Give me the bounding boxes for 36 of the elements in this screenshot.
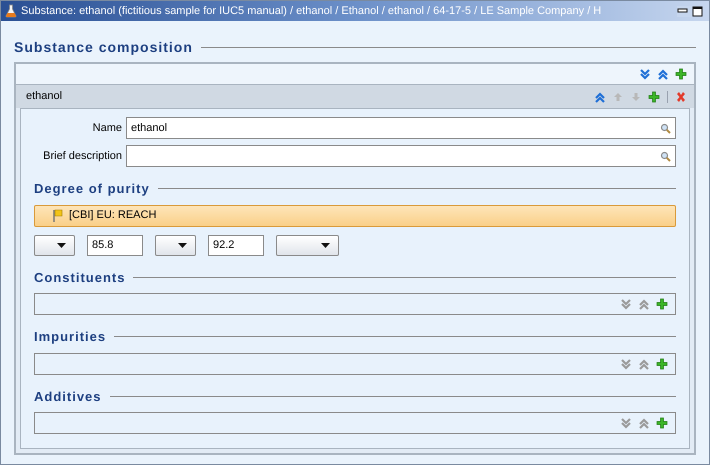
- add-icon[interactable]: [656, 298, 668, 310]
- search-icon[interactable]: [660, 122, 671, 134]
- dropdown[interactable]: [155, 234, 196, 256]
- expand-all-icon[interactable]: [639, 68, 651, 80]
- flag-icon: [53, 209, 63, 222]
- collapse-all-icon[interactable]: [657, 68, 669, 80]
- section-title: Impurities: [34, 328, 106, 346]
- delete-icon[interactable]: [675, 90, 687, 102]
- caret-icon: [321, 242, 330, 248]
- add-icon[interactable]: [656, 358, 668, 370]
- flag-text: [CBI] EU: REACH: [69, 208, 156, 224]
- search-icon[interactable]: [660, 150, 671, 162]
- confidentiality-flag-bar[interactable]: [CBI] EU: REACH: [34, 204, 676, 226]
- entry-header[interactable]: ethanol: [16, 84, 694, 108]
- input-field[interactable]: ethanol: [126, 117, 676, 139]
- input-field[interactable]: [126, 145, 676, 167]
- section-title: Constituents: [34, 268, 126, 286]
- caret-icon: [57, 242, 66, 248]
- flask-icon: [5, 4, 17, 18]
- toolbar-separator: [667, 90, 668, 102]
- window-title: Substance: ethanol (fictitious sample for IUC5 manual) / ethanol / Ethanol / ethanol / 64-17-5 / LE Sample Company / H: [21, 4, 602, 19]
- section-title: Additives: [34, 388, 102, 406]
- caret-icon: [178, 242, 187, 248]
- dropdown[interactable]: [34, 234, 75, 256]
- collapse-all-icon[interactable]: [594, 90, 606, 102]
- add-icon[interactable]: [656, 417, 668, 429]
- maximize-icon[interactable]: [692, 6, 703, 16]
- input-field[interactable]: 85.8: [87, 234, 143, 256]
- add-icon[interactable]: [648, 90, 660, 102]
- section-title: Degree of purity: [34, 180, 150, 198]
- field-label: Name: [92, 120, 122, 136]
- entry-name: ethanol: [26, 89, 62, 104]
- input-field[interactable]: 92.2: [208, 234, 264, 256]
- section-title: Substance composition: [14, 38, 193, 57]
- add-icon[interactable]: [675, 68, 687, 80]
- field-label: Brief description: [42, 148, 122, 164]
